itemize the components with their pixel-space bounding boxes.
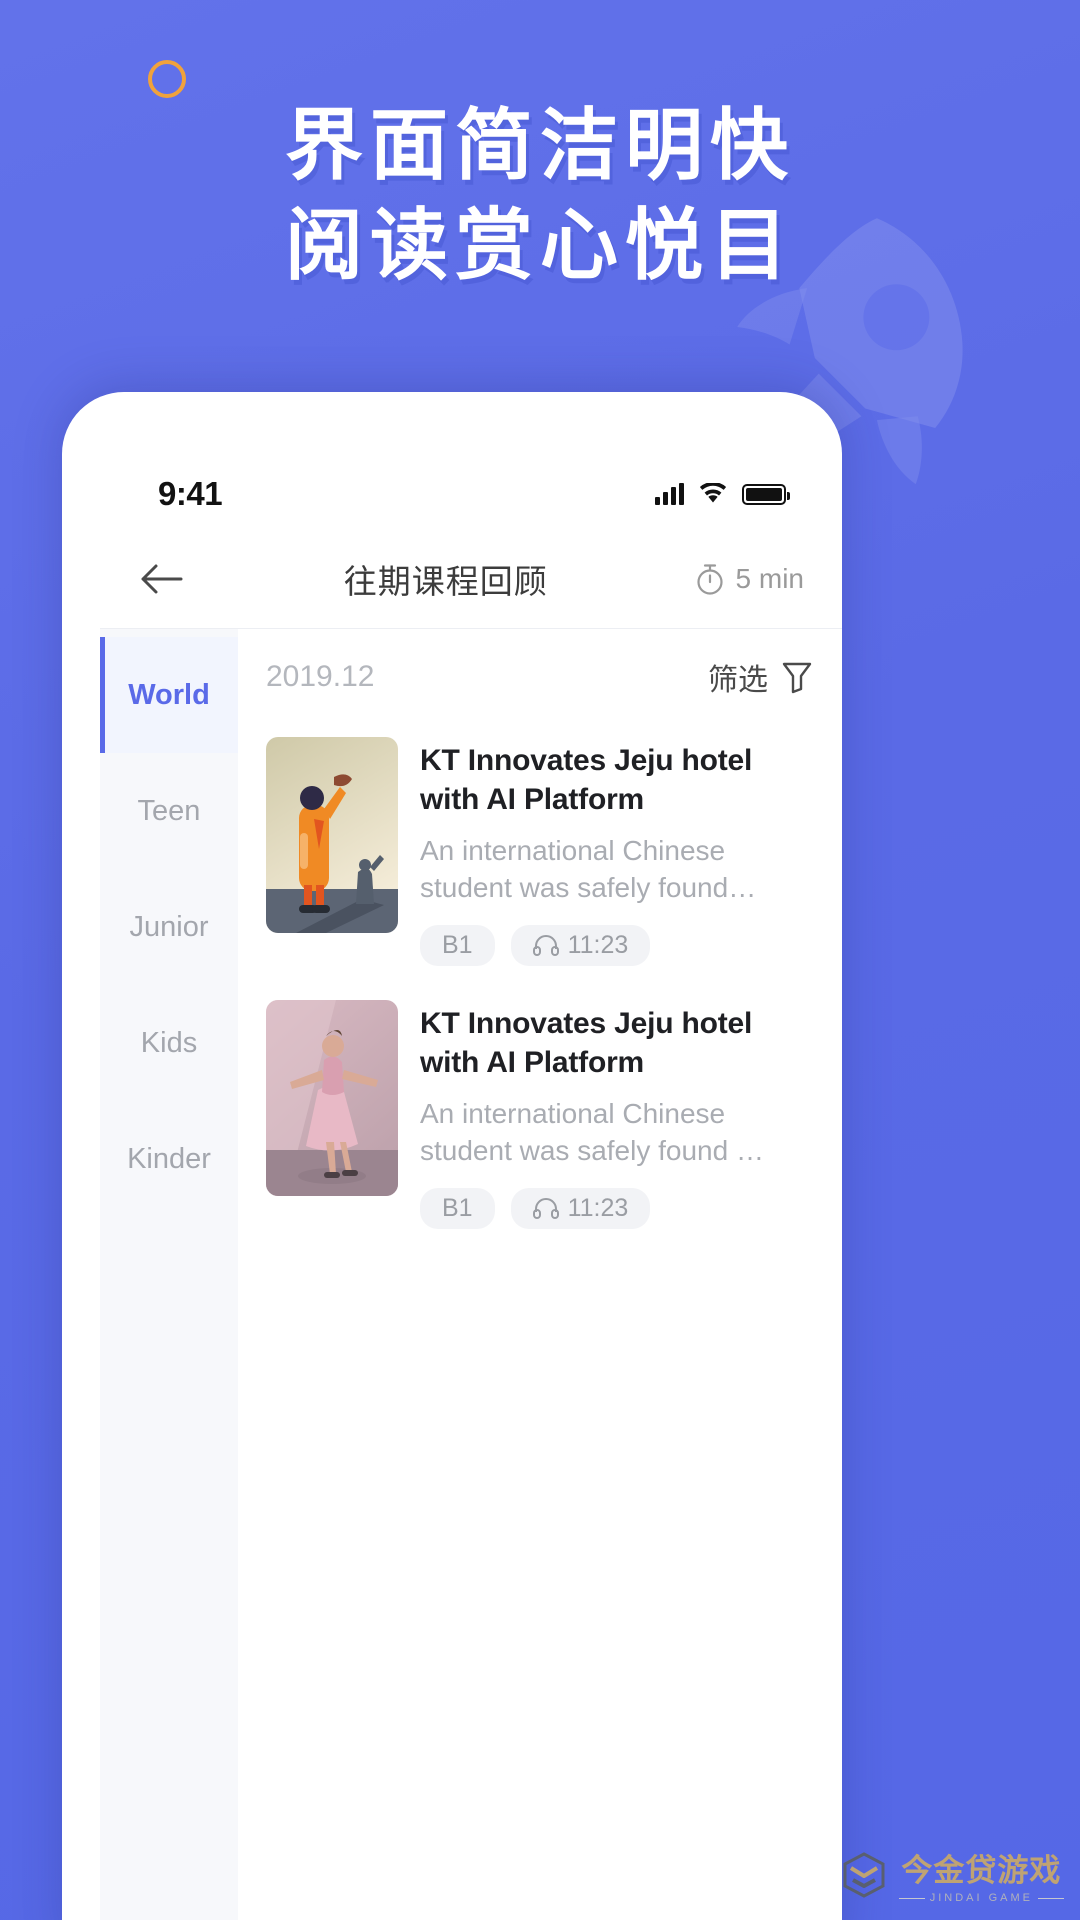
cellular-signal-icon (655, 483, 684, 505)
sidebar-item-world[interactable]: World (100, 637, 238, 753)
watermark-text: 今金贷游戏 JINDAI GAME (899, 1845, 1064, 1904)
content-area: World Teen Junior Kids Kinder 2019.12 筛选 (100, 628, 842, 1920)
sidebar-item-label: Teen (137, 794, 201, 827)
article-meta: B1 11:23 (420, 1187, 814, 1229)
category-sidebar: World Teen Junior Kids Kinder (100, 629, 238, 1920)
filter-button-label: 筛选 (708, 664, 768, 697)
lesson-duration[interactable]: 5 min (694, 562, 822, 596)
audio-duration-label: 11:23 (567, 1193, 629, 1222)
lesson-duration-label: 5 min (735, 563, 804, 594)
sidebar-item-label: Junior (129, 910, 209, 943)
sidebar-item-label: Kids (140, 1026, 198, 1059)
article-list-pane: 2019.12 筛选 KT Innovates Jeju hotel with … (238, 629, 842, 1920)
hexagon-logo-icon (843, 1851, 885, 1898)
watermark-name: 今金贷游戏 (901, 1853, 1062, 1888)
filter-button[interactable]: 筛选 (708, 655, 814, 699)
photo-girl-dancing (266, 999, 398, 1196)
sidebar-item-teen[interactable]: Teen (100, 753, 238, 869)
arrow-left-icon (141, 564, 183, 594)
phone-screen: 9:41 往期课程回顾 5 min World Teen Junior Kids… (100, 414, 842, 1920)
headline-line-1: 界面简洁明快 (284, 101, 795, 189)
sidebar-item-label: Kinder (127, 1142, 211, 1175)
wifi-icon (699, 483, 727, 503)
funnel-icon (782, 662, 812, 694)
decorative-ring (148, 60, 186, 98)
battery-full-icon (742, 483, 790, 505)
article-description: An international Chinese student was saf… (420, 835, 757, 903)
list-date-label: 2019.12 (266, 660, 375, 693)
headphones-icon (532, 935, 559, 957)
watermark: 今金贷游戏 JINDAI GAME (839, 1845, 1064, 1904)
sidebar-item-label: World (128, 678, 210, 711)
audio-duration-badge: 11:23 (510, 924, 651, 966)
article-thumbnail (266, 999, 398, 1196)
phone-mockup: 9:41 往期课程回顾 5 min World Teen Junior Kids… (62, 392, 842, 1920)
sidebar-item-kids[interactable]: Kids (100, 985, 238, 1101)
status-time: 9:41 (158, 475, 223, 512)
page-title: 往期课程回顾 (343, 563, 548, 600)
audio-duration-badge: 11:23 (510, 1187, 651, 1229)
article-title: KT Innovates Jeju hotel with AI Platform (420, 744, 753, 816)
headphones-icon (532, 1198, 559, 1220)
sidebar-item-junior[interactable]: Junior (100, 869, 238, 985)
navigation-bar: 往期课程回顾 5 min (100, 534, 842, 624)
audio-duration-label: 11:23 (567, 930, 629, 959)
watermark-subtitle: JINDAI GAME (929, 1892, 1033, 1904)
article-description: An international Chinese student was saf… (420, 1097, 764, 1166)
illustration-man-waving (266, 737, 398, 933)
article-info: KT Innovates Jeju hotel with AI Platform… (420, 1000, 814, 1229)
status-icons (655, 483, 790, 505)
sidebar-item-kinder[interactable]: Kinder (100, 1101, 238, 1217)
level-badge: B1 (420, 924, 495, 966)
article-card[interactable]: KT Innovates Jeju hotel with AI Platform… (266, 988, 814, 1251)
article-thumbnail (266, 737, 398, 933)
article-title: KT Innovates Jeju hotel with AI Platform (420, 1006, 753, 1079)
list-header: 2019.12 筛选 (266, 629, 814, 725)
back-button[interactable] (126, 543, 198, 615)
promo-headline: 界面简洁明快 阅读赏心悦目 (0, 96, 1080, 296)
article-info: KT Innovates Jeju hotel with AI Platform… (420, 737, 814, 966)
status-bar: 9:41 (100, 466, 842, 522)
article-card[interactable]: KT Innovates Jeju hotel with AI Platform… (266, 725, 814, 988)
article-meta: B1 11:23 (420, 924, 814, 966)
headline-line-2: 阅读赏心悦目 (284, 200, 795, 289)
level-badge: B1 (420, 1187, 495, 1229)
stopwatch-icon (696, 564, 723, 595)
